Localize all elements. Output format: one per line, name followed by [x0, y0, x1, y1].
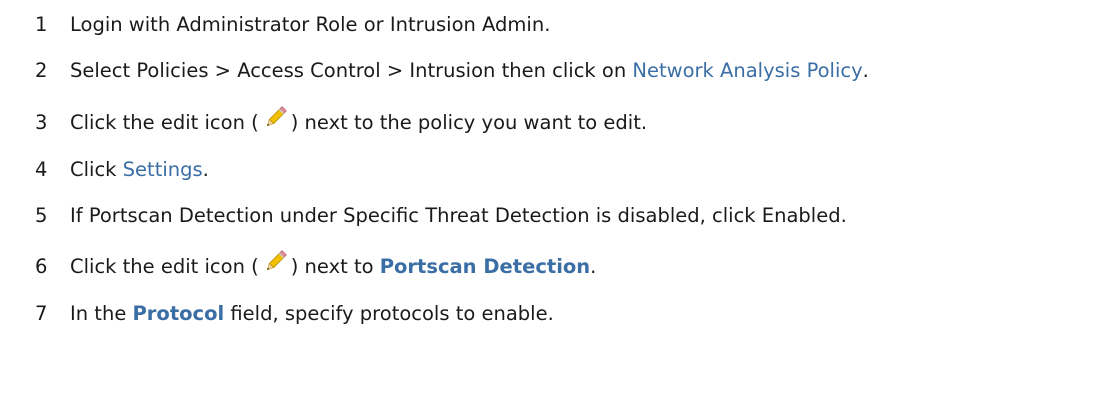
step-text-suffix: .	[590, 254, 597, 278]
step-text-suffix: .	[862, 58, 869, 82]
step-text: Select Policies > Access Control > Intru…	[70, 59, 869, 82]
pencil-icon	[263, 250, 287, 274]
pencil-icon	[263, 106, 287, 130]
network-analysis-policy-link[interactable]: Network Analysis Policy	[632, 59, 862, 82]
step-text-prefix: Click the edit icon (	[70, 110, 259, 134]
step-number: 1	[35, 12, 48, 36]
step-text-prefix: Click the edit icon (	[70, 254, 259, 278]
settings-link[interactable]: Settings	[123, 158, 203, 181]
step-number: 2	[35, 58, 48, 82]
protocol-label: Protocol	[132, 301, 225, 325]
step-text: Click the edit icon ( ) next to Portscan…	[70, 254, 596, 278]
instruction-steps: 1 Login with Administrator Role or Intru…	[0, 0, 1118, 400]
step-text-suffix: ) next to the policy you want to edit.	[290, 110, 648, 134]
step-text-prefix: Click	[70, 157, 123, 181]
step-text-prefix: In the	[70, 301, 133, 325]
step-text-middle: ) next to	[290, 254, 380, 278]
step-number: 5	[35, 203, 48, 227]
step-text: Click Settings .	[70, 158, 209, 181]
step-text: In the Protocol field, specify protocols…	[70, 302, 554, 325]
step-text-content: Login with Administrator Role or Intrusi…	[70, 12, 551, 36]
step-text-content: If Portscan Detection under Specific Thr…	[70, 203, 847, 227]
step-text: If Portscan Detection under Specific Thr…	[70, 204, 847, 227]
step-number: 7	[35, 301, 48, 325]
step-text-suffix: .	[202, 157, 209, 181]
step-text-prefix: Select Policies > Access Control > Intru…	[70, 58, 633, 82]
step-text: Click the edit icon ( ) next to the poli…	[70, 110, 647, 134]
step-text-suffix: field, specify protocols to enable.	[224, 301, 554, 325]
step-text: Login with Administrator Role or Intrusi…	[70, 13, 550, 36]
portscan-detection-label: Portscan Detection	[379, 254, 591, 278]
step-number: 6	[35, 254, 48, 278]
step-number: 4	[35, 157, 48, 181]
step-number: 3	[35, 110, 48, 134]
